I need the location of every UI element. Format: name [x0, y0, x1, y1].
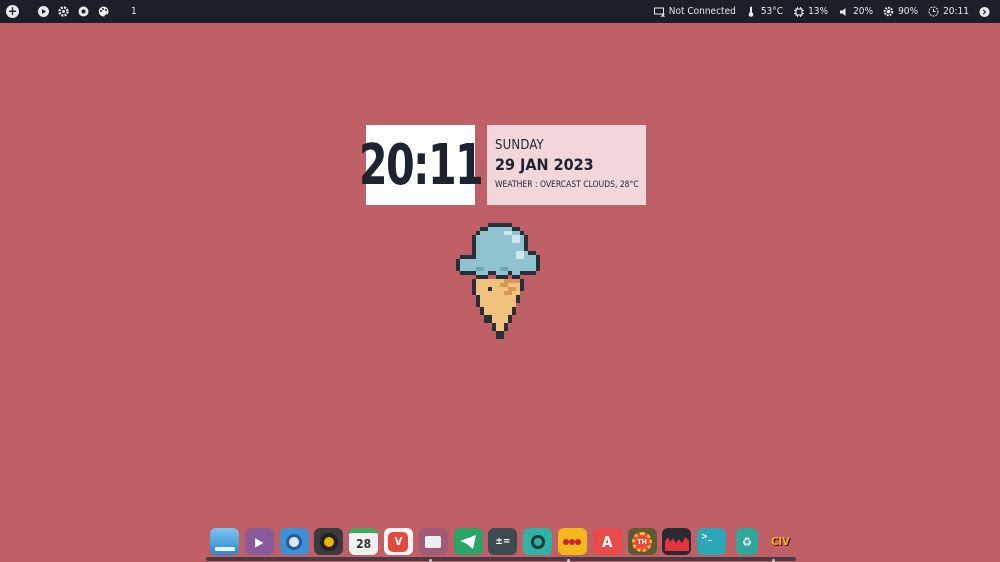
clock-info: SUNDAY 29 JAN 2023 WEATHER : OVERCAST CL… [487, 125, 646, 205]
dock-app-browser[interactable] [279, 528, 309, 555]
volume-status[interactable]: 20% [838, 6, 873, 17]
clock-time: 20:11 [359, 125, 484, 205]
brightness-label: 90% [898, 6, 919, 17]
power-status[interactable] [979, 6, 994, 17]
dock-app-telegram[interactable] [453, 528, 483, 555]
terminal-icon: >_ [701, 532, 712, 542]
play-icon[interactable] [37, 6, 49, 18]
dock-app-recycle[interactable]: ♻ [735, 528, 758, 555]
workspace-indicator[interactable]: 1 [131, 6, 137, 17]
aperture-icon[interactable] [77, 6, 89, 18]
calendar-icon: 28 [356, 537, 372, 551]
dock-app-search[interactable] [523, 528, 553, 555]
calculator-icon: ±= [495, 536, 511, 547]
ice-cream-icon [456, 222, 544, 344]
magnifier-icon [530, 534, 545, 549]
brightness-status[interactable]: 90% [883, 6, 918, 17]
network-icon [653, 6, 665, 17]
top-panel: + 1 Not Connected 53°C 13% 20% 90% 20:11 [0, 0, 1000, 23]
temperature-status[interactable]: 53°C [746, 6, 783, 17]
clock-date: 29 JAN 2023 [495, 155, 594, 174]
telegram-icon [460, 534, 477, 549]
top-panel-left: + 1 [6, 0, 137, 23]
weather-label: WEATHER : OVERCAST CLOUDS, 28°C [495, 180, 639, 190]
dock-app-civ[interactable]: CIV [766, 528, 795, 555]
folder-icon [425, 535, 442, 548]
dock-app-equalizer[interactable] [662, 528, 692, 555]
dock-app-media-player[interactable]: ▶ [244, 528, 274, 555]
clock-status[interactable]: 20:11 [928, 6, 969, 17]
dock: ▶ 28 V ±= A TH >_ ♻ CIV [206, 524, 796, 562]
palette-icon[interactable] [97, 6, 109, 18]
dock-icons: ▶ 28 V ±= A TH >_ ♻ CIV [210, 528, 801, 555]
top-panel-right: Not Connected 53°C 13% 20% 90% 20:11 [644, 0, 994, 23]
brightness-icon [883, 6, 894, 17]
drops-icon [563, 538, 582, 545]
dock-app-calculator[interactable]: ±= [488, 528, 518, 555]
clock-icon [928, 6, 939, 17]
dock-app-calendar[interactable]: 28 [349, 528, 379, 555]
time-label: 20:11 [943, 6, 969, 17]
add-icon[interactable]: + [6, 5, 19, 18]
dock-app-tweak-tool[interactable]: TH [627, 528, 657, 555]
vivaldi-icon: V [388, 531, 409, 552]
desktop-icon [214, 546, 235, 551]
gear-icon: TH [632, 531, 653, 552]
dock-app-music[interactable] [314, 528, 344, 555]
clock-widget: 20:11 SUNDAY 29 JAN 2023 WEATHER : OVERC… [354, 125, 646, 205]
network-label: Not Connected [668, 6, 736, 17]
dock-shelf [206, 557, 796, 561]
clock-day: SUNDAY [495, 138, 544, 153]
cpu-icon [793, 6, 804, 17]
dock-app-store[interactable]: A [592, 528, 622, 555]
cpu-label: 13% [808, 6, 829, 17]
dock-app-files[interactable] [418, 528, 448, 555]
cpu-status[interactable]: 13% [793, 6, 828, 17]
network-status[interactable]: Not Connected [653, 6, 736, 17]
power-icon [979, 6, 990, 17]
dock-app-yellow[interactable] [557, 528, 587, 555]
dock-app-terminal[interactable]: >_ [697, 528, 727, 555]
dock-app-desktop[interactable] [210, 528, 239, 555]
music-icon [319, 532, 338, 551]
globe-icon [286, 533, 303, 550]
temperature-label: 53°C [760, 6, 784, 17]
settings-icon[interactable] [57, 6, 69, 18]
equalizer-icon [664, 536, 689, 551]
thermometer-icon [746, 6, 757, 17]
civ-icon: CIV [771, 535, 790, 548]
speaker-icon [838, 6, 849, 17]
media-player-icon: ▶ [255, 534, 264, 549]
app-store-icon: A [602, 532, 613, 551]
recycle-icon: ♻ [742, 534, 752, 549]
volume-label: 20% [853, 6, 874, 17]
dock-app-vivaldi[interactable]: V [383, 528, 413, 555]
